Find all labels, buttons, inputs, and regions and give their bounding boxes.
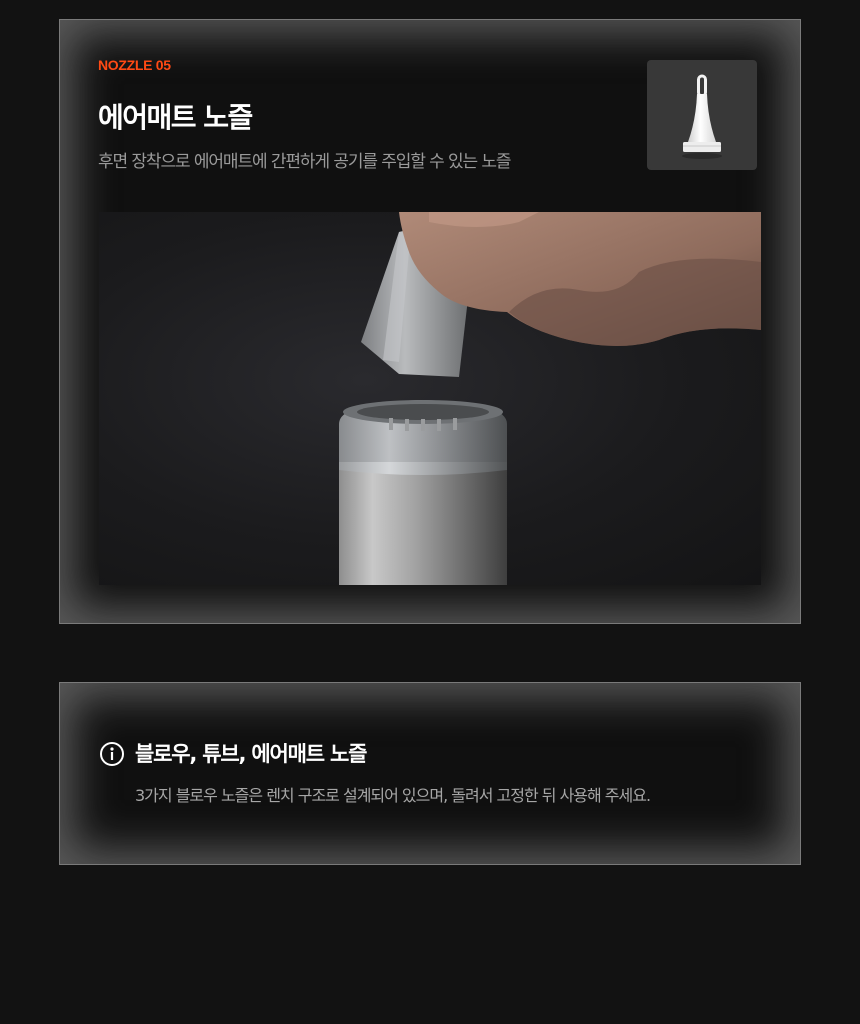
air-mattress-nozzle-image xyxy=(682,74,722,159)
nozzle-thumbnail xyxy=(647,60,757,170)
nozzle-title: 에어매트 노즐 xyxy=(98,101,253,134)
notice-text: 3가지 블로우 노즐은 렌치 구조로 설계되어 있으며, 돌려서 고정한 뒤 사… xyxy=(135,786,651,805)
nozzle-card: NOZZLE 05 에어매트 노즐 후면 장착으로 에어매트에 간편하게 공기를… xyxy=(59,19,801,624)
nozzle-description: 후면 장착으로 에어매트에 간편하게 공기를 주입할 수 있는 노즐 xyxy=(98,152,512,172)
nozzle-label: NOZZLE 05 xyxy=(98,57,171,73)
notice-title: 블로우, 튜브, 에어매트 노즐 xyxy=(135,742,367,766)
nozzle-usage-photo xyxy=(99,212,761,585)
notice-card: 블로우, 튜브, 에어매트 노즐 3가지 블로우 노즐은 렌치 구조로 설계되어… xyxy=(59,682,801,865)
info-icon xyxy=(99,741,125,767)
hand-attaching-nozzle-photo xyxy=(339,212,761,585)
